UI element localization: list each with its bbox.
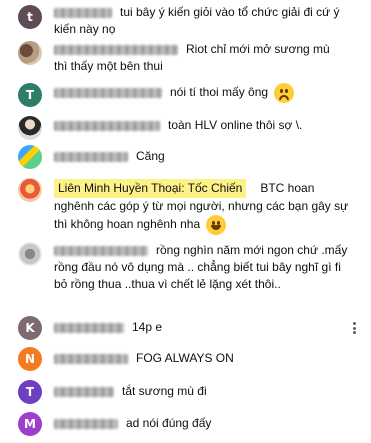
avatar[interactable]: [18, 178, 42, 202]
author-name[interactable]: [54, 120, 160, 131]
author-name[interactable]: [54, 386, 114, 397]
comment-text: tắt sương mù đi: [122, 384, 207, 398]
avatar[interactable]: t: [18, 5, 42, 29]
grinning-face-icon: [206, 215, 227, 235]
comment-text: Căng: [136, 149, 165, 163]
author-name[interactable]: [54, 245, 148, 256]
comment-text: 14p e: [132, 320, 163, 334]
author-name[interactable]: [54, 44, 178, 55]
avatar[interactable]: [18, 242, 42, 266]
avatar[interactable]: M: [18, 412, 42, 436]
author-name[interactable]: [54, 353, 128, 364]
author-name[interactable]: [54, 151, 128, 162]
comment-text: FOG ALWAYS ON: [136, 351, 234, 365]
avatar[interactable]: T: [18, 380, 42, 404]
comment-text: nói tí thoi mấy ông: [170, 85, 269, 100]
author-name[interactable]: [54, 418, 118, 429]
avatar[interactable]: N: [18, 347, 42, 371]
author-name[interactable]: [54, 322, 124, 333]
channel-owner-badge[interactable]: Liên Minh Huyền Thoại: Tốc Chiến: [54, 179, 247, 198]
avatar[interactable]: T: [18, 83, 42, 107]
comment-text: toàn HLV online thôi sợ \.: [168, 118, 303, 132]
avatar[interactable]: [18, 145, 42, 169]
comment-text: ad nói đúng đấy: [126, 416, 212, 430]
more-options-icon[interactable]: [347, 320, 361, 336]
sad-face-icon: [274, 83, 295, 103]
author-name[interactable]: [54, 88, 162, 98]
author-name[interactable]: [54, 7, 112, 18]
avatar[interactable]: [18, 116, 42, 140]
avatar[interactable]: K: [18, 316, 42, 340]
avatar[interactable]: [18, 41, 42, 65]
